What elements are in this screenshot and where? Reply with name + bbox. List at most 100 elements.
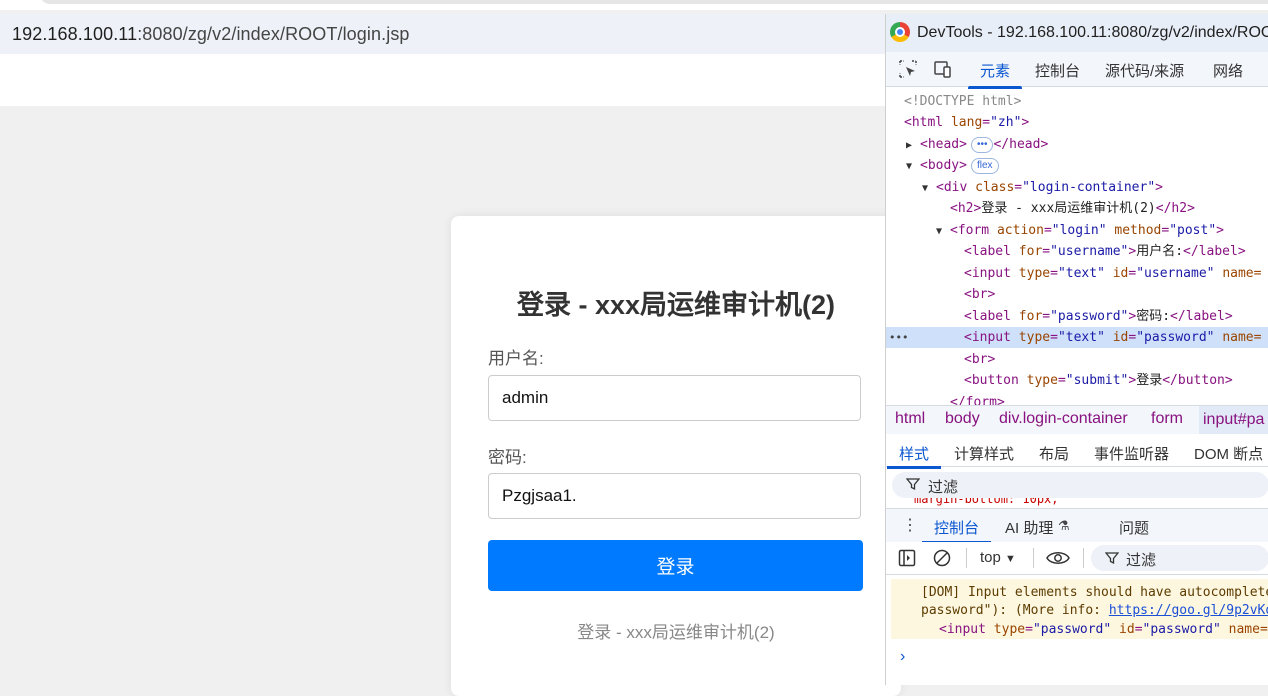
dom-node-form-close[interactable]: </form> [950, 392, 1005, 405]
flex-badge[interactable]: flex [970, 157, 999, 174]
div-class-value: "login-container" [1022, 180, 1156, 195]
password-input[interactable] [488, 473, 861, 519]
warning-line-1: [DOM] Input elements should have autocom… [921, 585, 1268, 600]
eye-icon[interactable] [1046, 550, 1070, 566]
dom-node-h2[interactable]: <h2>登录 - xxx局运维审计机(2)</h2> [950, 198, 1195, 219]
devtools-titlebar: DevTools - 192.168.100.11:8080/zg/v2/ind… [886, 14, 1268, 52]
devtools-tabbar: 元素 控制台 源代码/来源 网络 [886, 52, 1268, 89]
tab-event-listeners[interactable]: 事件监听器 [1094, 443, 1169, 464]
username-label: 用户名: [488, 349, 544, 368]
browser-top-strip [0, 0, 1268, 10]
url-text[interactable]: 192.168.100.11:8080/zg/v2/index/ROOT/log… [12, 24, 410, 45]
div-class-attr: class [975, 180, 1015, 195]
expand-triangle-icon[interactable]: ▶ [906, 135, 920, 156]
breadcrumb-html[interactable]: html [895, 410, 925, 428]
br-tag: <br> [964, 352, 996, 367]
collapse-triangle-icon[interactable]: ▼ [922, 178, 936, 199]
html-open-tag: <html [904, 115, 944, 130]
tab-console[interactable]: 控制台 [1035, 60, 1080, 81]
dom-node-label-password[interactable]: <label for="password">密码:</label> [964, 306, 1233, 327]
breadcrumb-div[interactable]: div.login-container [999, 410, 1128, 428]
url-path: :8080/zg/v2/index/ROOT/login.jsp [137, 24, 410, 44]
dom-node-head[interactable]: ▶ <head> ••• </head> [906, 134, 1048, 155]
breadcrumb: html body div.login-container form input… [886, 405, 1268, 434]
devtools-title: DevTools - 192.168.100.11:8080/zg/v2/ind… [917, 24, 1268, 41]
password-label: 密码: [488, 448, 527, 467]
dom-node-label-username[interactable]: <label for="username">用户名:</label> [964, 241, 1246, 262]
tab-elements[interactable]: 元素 [967, 60, 1023, 89]
console-toolbar: top ▼ 过滤 [886, 542, 1268, 575]
clear-console-icon[interactable] [933, 549, 951, 567]
more-vertical-icon[interactable]: ⋮ [902, 515, 918, 535]
doctype-text: <!DOCTYPE html> [904, 94, 1022, 109]
form-close-tag: </form> [950, 395, 1005, 405]
breadcrumb-input[interactable]: input#pa [1199, 406, 1268, 434]
drawer-tab-console[interactable]: 控制台 [921, 517, 992, 544]
breadcrumb-form[interactable]: form [1151, 410, 1183, 428]
console-prompt-icon[interactable]: › [900, 648, 905, 666]
tab-computed[interactable]: 计算样式 [954, 443, 1014, 464]
login-button[interactable]: 登录 [488, 540, 863, 591]
h2-text: 登录 - xxx局运维审计机(2) [981, 201, 1156, 216]
dom-node-html[interactable]: <html lang="zh"> [904, 112, 1029, 133]
dom-node-div[interactable]: ▼ <div class="login-container"> [922, 177, 1163, 198]
form-method-attr: method [1114, 223, 1162, 238]
chevron-down-icon: ▼ [1005, 553, 1016, 565]
console-warning: [DOM] Input elements should have autocom… [891, 579, 1268, 639]
device-toolbar-icon[interactable] [932, 59, 952, 79]
dom-tree: <!DOCTYPE html> <html lang="zh"> ▶ <head>… [886, 87, 1268, 405]
drawer-tabbar: ⋮ 控制台 AI 助理 ⚗ 问题 [886, 508, 1268, 544]
warning-line-2-text: password"): (More info: [921, 603, 1109, 618]
head-close-tag: </head> [993, 137, 1049, 152]
drawer-tab-issues[interactable]: 问题 [1119, 517, 1149, 538]
collapse-triangle-icon[interactable]: ▼ [906, 156, 920, 177]
address-bar[interactable]: 192.168.100.11:8080/zg/v2/index/ROOT/log… [0, 14, 886, 54]
context-selector[interactable]: top ▼ [980, 549, 1016, 566]
toolbar-divider [1033, 548, 1034, 568]
input-password-type: "text" [1057, 330, 1105, 345]
login-footer: 登录 - xxx局运维审计机(2) [577, 623, 775, 642]
dom-node-form[interactable]: ▼ <form action="login" method="post"> [936, 220, 1224, 241]
drawer-tab-ai-assistant[interactable]: AI 助理 [1005, 517, 1053, 538]
dom-node-body[interactable]: ▼ <body> flex [906, 155, 999, 176]
input-password-id: "password" [1136, 330, 1215, 345]
sidebar-toggle-icon[interactable] [898, 549, 916, 567]
br-tag: <br> [964, 287, 996, 302]
tab-sources[interactable]: 源代码/来源 [1105, 60, 1184, 81]
collapse-triangle-icon[interactable]: ▼ [936, 221, 950, 242]
dom-node-input-password-selected[interactable]: ••• <input type="text" id="password" name… [886, 327, 1268, 348]
ellipsis-badge[interactable]: ••• [970, 136, 994, 153]
styles-filter[interactable]: 过滤 [892, 472, 1268, 498]
console-filter[interactable]: 过滤 [1091, 545, 1268, 571]
warning-more-info-link[interactable]: https://goo.gl/9p2vKq [1109, 603, 1268, 618]
filter-placeholder: 过滤 [928, 479, 959, 496]
warning-line-2: password"): (More info: https://goo.gl/9… [921, 603, 1268, 618]
browser-tab-strip [40, 0, 1268, 4]
div-tag: <div [936, 180, 968, 195]
url-host: 192.168.100.11 [12, 24, 138, 44]
flask-icon: ⚗ [1058, 518, 1070, 533]
tab-layout[interactable]: 布局 [1039, 443, 1069, 464]
styles-tabbar: 样式 计算样式 布局 事件监听器 DOM 断点 [886, 434, 1268, 469]
form-action-value: "login" [1051, 223, 1107, 238]
login-container: 登录 - xxx局运维审计机(2) 用户名: 密码: 登录 登录 - xxx局运… [451, 216, 901, 696]
breadcrumb-body[interactable]: body [945, 410, 980, 428]
button-type-value: "submit" [1065, 373, 1129, 388]
form-tag: <form [950, 223, 990, 238]
tab-styles[interactable]: 样式 [886, 443, 942, 469]
context-value: top [980, 549, 1001, 566]
dom-node-br[interactable]: <br> [964, 349, 995, 370]
inspect-element-icon[interactable] [898, 59, 918, 79]
more-options-icon[interactable]: ••• [889, 327, 908, 348]
tab-dom-breakpoints[interactable]: DOM 断点 [1194, 443, 1263, 464]
dom-node-doctype[interactable]: <!DOCTYPE html> [904, 91, 1021, 112]
dom-node-br[interactable]: <br> [964, 284, 995, 305]
dom-node-input-username[interactable]: <input type="text" id="username" name= [964, 263, 1261, 284]
username-input[interactable] [488, 375, 861, 421]
bookmark-bar [0, 54, 886, 106]
html-lang-attr: lang [950, 115, 983, 130]
input-username-id: "username" [1136, 266, 1215, 281]
label-for-password: "password" [1050, 309, 1129, 324]
tab-network[interactable]: 网络 [1213, 60, 1243, 81]
dom-node-button[interactable]: <button type="submit">登录</button> [964, 370, 1233, 391]
